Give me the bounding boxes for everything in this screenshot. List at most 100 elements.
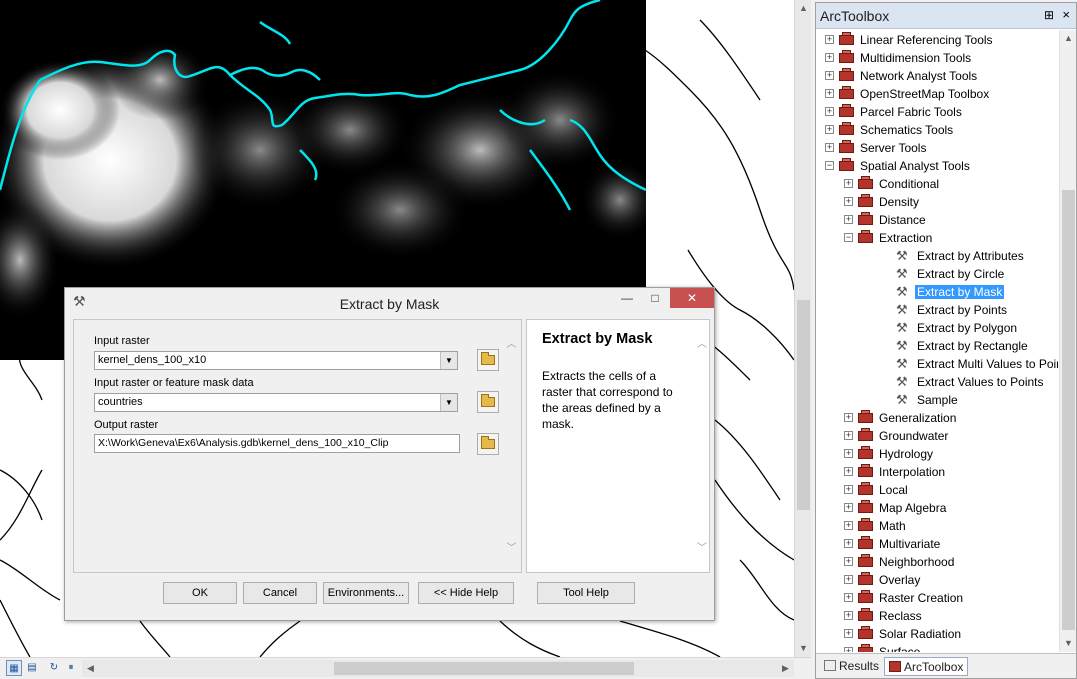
expand-icon[interactable]: + bbox=[844, 449, 853, 458]
help-scrollbar[interactable]: ︿ ﹀ bbox=[695, 321, 709, 571]
expand-icon[interactable]: + bbox=[844, 539, 853, 548]
expand-icon[interactable]: + bbox=[825, 53, 834, 62]
tree-item[interactable]: + Conditional bbox=[816, 175, 1058, 193]
tree-item[interactable]: ⚒ Extract by Mask bbox=[816, 283, 1058, 301]
tree-item[interactable]: ⚒ Extract by Circle bbox=[816, 265, 1058, 283]
tree-item[interactable]: + Local bbox=[816, 481, 1058, 499]
expand-icon[interactable]: + bbox=[844, 485, 853, 494]
tree-item[interactable]: + Solar Radiation bbox=[816, 625, 1058, 643]
scroll-down-arrow-icon[interactable]: ▼ bbox=[1060, 635, 1077, 652]
scroll-thumb[interactable] bbox=[334, 662, 634, 675]
scroll-up-arrow-icon[interactable]: ︿ bbox=[695, 335, 709, 350]
tab-results[interactable]: Results bbox=[820, 657, 883, 676]
layout-view-icon[interactable]: ▤ bbox=[24, 660, 40, 676]
scroll-down-arrow-icon[interactable]: ﹀ bbox=[695, 539, 709, 554]
expand-icon[interactable]: + bbox=[844, 557, 853, 566]
chevron-down-icon[interactable]: ▼ bbox=[440, 352, 457, 369]
hide-help-button[interactable]: << Hide Help bbox=[418, 582, 514, 604]
browse-output-button[interactable] bbox=[477, 433, 499, 455]
maximize-button[interactable]: □ bbox=[641, 288, 669, 308]
environments-button[interactable]: Environments... bbox=[323, 582, 409, 604]
tree-item[interactable]: ⚒ Sample bbox=[816, 391, 1058, 409]
tree-item[interactable]: + Neighborhood bbox=[816, 553, 1058, 571]
data-view-icon[interactable]: ▦ bbox=[6, 660, 22, 676]
tab-arctoolbox[interactable]: ArcToolbox bbox=[884, 657, 969, 676]
pin-icon[interactable]: ⊞ bbox=[1044, 8, 1054, 22]
tool-help-button[interactable]: Tool Help bbox=[537, 582, 635, 604]
tree-item[interactable]: ⚒ Extract Multi Values to Points bbox=[816, 355, 1058, 373]
tree-item[interactable]: − Extraction bbox=[816, 229, 1058, 247]
expand-icon[interactable]: + bbox=[825, 107, 834, 116]
scroll-up-arrow-icon[interactable]: ︿ bbox=[503, 335, 520, 350]
browse-input-raster-button[interactable] bbox=[477, 349, 499, 371]
map-horizontal-scrollbar[interactable]: ◀ ▶ bbox=[82, 660, 794, 677]
tree-item[interactable]: + Server Tools bbox=[816, 139, 1058, 157]
expand-icon[interactable]: + bbox=[844, 197, 853, 206]
tree-item[interactable]: + Map Algebra bbox=[816, 499, 1058, 517]
expand-icon[interactable]: + bbox=[844, 215, 853, 224]
cancel-button[interactable]: Cancel bbox=[243, 582, 317, 604]
tree-item[interactable]: + Groundwater bbox=[816, 427, 1058, 445]
expand-icon[interactable]: + bbox=[844, 413, 853, 422]
tree-item[interactable]: + Linear Referencing Tools bbox=[816, 31, 1058, 49]
tree-item[interactable]: ⚒ Extract Values to Points bbox=[816, 373, 1058, 391]
expand-icon[interactable]: + bbox=[844, 467, 853, 476]
scroll-right-arrow-icon[interactable]: ▶ bbox=[777, 660, 794, 677]
input-raster-combo[interactable]: kernel_dens_100_x10 ▼ bbox=[94, 351, 458, 370]
close-button[interactable]: ✕ bbox=[670, 288, 714, 308]
map-vertical-scrollbar[interactable]: ▲ ▼ bbox=[794, 0, 811, 657]
scroll-left-arrow-icon[interactable]: ◀ bbox=[82, 660, 99, 677]
mask-combo[interactable]: countries ▼ bbox=[94, 393, 458, 412]
tree-item[interactable]: + Hydrology bbox=[816, 445, 1058, 463]
tree-item[interactable]: ⚒ Extract by Attributes bbox=[816, 247, 1058, 265]
expand-icon[interactable]: + bbox=[825, 71, 834, 80]
parameters-scrollbar[interactable]: ︿ ﹀ bbox=[503, 321, 520, 571]
expand-icon[interactable]: + bbox=[844, 629, 853, 638]
scroll-down-arrow-icon[interactable]: ▼ bbox=[795, 640, 812, 657]
tree-item[interactable]: + Overlay bbox=[816, 571, 1058, 589]
tree-item[interactable]: + Parcel Fabric Tools bbox=[816, 103, 1058, 121]
dialog-titlebar[interactable]: ⚒ Extract by Mask — □ ✕ bbox=[65, 288, 714, 316]
expand-icon[interactable]: + bbox=[825, 125, 834, 134]
expand-icon[interactable]: + bbox=[844, 521, 853, 530]
chevron-down-icon[interactable]: ▼ bbox=[440, 394, 457, 411]
tree-item[interactable]: + Surface bbox=[816, 643, 1058, 652]
tree-item[interactable]: + Raster Creation bbox=[816, 589, 1058, 607]
collapse-icon[interactable]: − bbox=[825, 161, 834, 170]
tree-item[interactable]: + Interpolation bbox=[816, 463, 1058, 481]
tree-item[interactable]: + Network Analyst Tools bbox=[816, 67, 1058, 85]
refresh-icon[interactable]: ↻ bbox=[46, 660, 62, 676]
tree-item[interactable]: + Schematics Tools bbox=[816, 121, 1058, 139]
tree-item[interactable]: ⚒ Extract by Rectangle bbox=[816, 337, 1058, 355]
pause-drawing-icon[interactable]: ⏸ bbox=[63, 660, 79, 676]
expand-icon[interactable]: + bbox=[844, 503, 853, 512]
scroll-thumb[interactable] bbox=[1062, 190, 1075, 630]
close-icon[interactable]: × bbox=[1062, 7, 1070, 22]
ok-button[interactable]: OK bbox=[163, 582, 237, 604]
tree-item[interactable]: + Generalization bbox=[816, 409, 1058, 427]
tree-item[interactable]: + Multidimension Tools bbox=[816, 49, 1058, 67]
tree-item[interactable]: + Multivariate bbox=[816, 535, 1058, 553]
expand-icon[interactable]: + bbox=[825, 143, 834, 152]
tree-vertical-scrollbar[interactable]: ▲ ▼ bbox=[1059, 30, 1076, 652]
expand-icon[interactable]: + bbox=[844, 179, 853, 188]
tree-item[interactable]: + OpenStreetMap Toolbox bbox=[816, 85, 1058, 103]
expand-icon[interactable]: + bbox=[844, 593, 853, 602]
expand-icon[interactable]: + bbox=[825, 35, 834, 44]
expand-icon[interactable]: + bbox=[844, 575, 853, 584]
tree-item[interactable]: ⚒ Extract by Points bbox=[816, 301, 1058, 319]
scroll-thumb[interactable] bbox=[797, 300, 810, 510]
tree-item[interactable]: + Math bbox=[816, 517, 1058, 535]
tree-item[interactable]: ⚒ Extract by Polygon bbox=[816, 319, 1058, 337]
expand-icon[interactable]: + bbox=[844, 611, 853, 620]
tree-item[interactable]: + Density bbox=[816, 193, 1058, 211]
expand-icon[interactable]: + bbox=[825, 89, 834, 98]
output-raster-field[interactable]: X:\Work\Geneva\Ex6\Analysis.gdb\kernel_d… bbox=[94, 434, 460, 453]
tree-item[interactable]: + Distance bbox=[816, 211, 1058, 229]
scroll-up-arrow-icon[interactable]: ▲ bbox=[1060, 30, 1077, 47]
browse-mask-button[interactable] bbox=[477, 391, 499, 413]
scroll-down-arrow-icon[interactable]: ﹀ bbox=[503, 539, 520, 554]
scroll-up-arrow-icon[interactable]: ▲ bbox=[795, 0, 812, 17]
tree-item[interactable]: + Reclass bbox=[816, 607, 1058, 625]
expand-icon[interactable]: + bbox=[844, 647, 853, 652]
